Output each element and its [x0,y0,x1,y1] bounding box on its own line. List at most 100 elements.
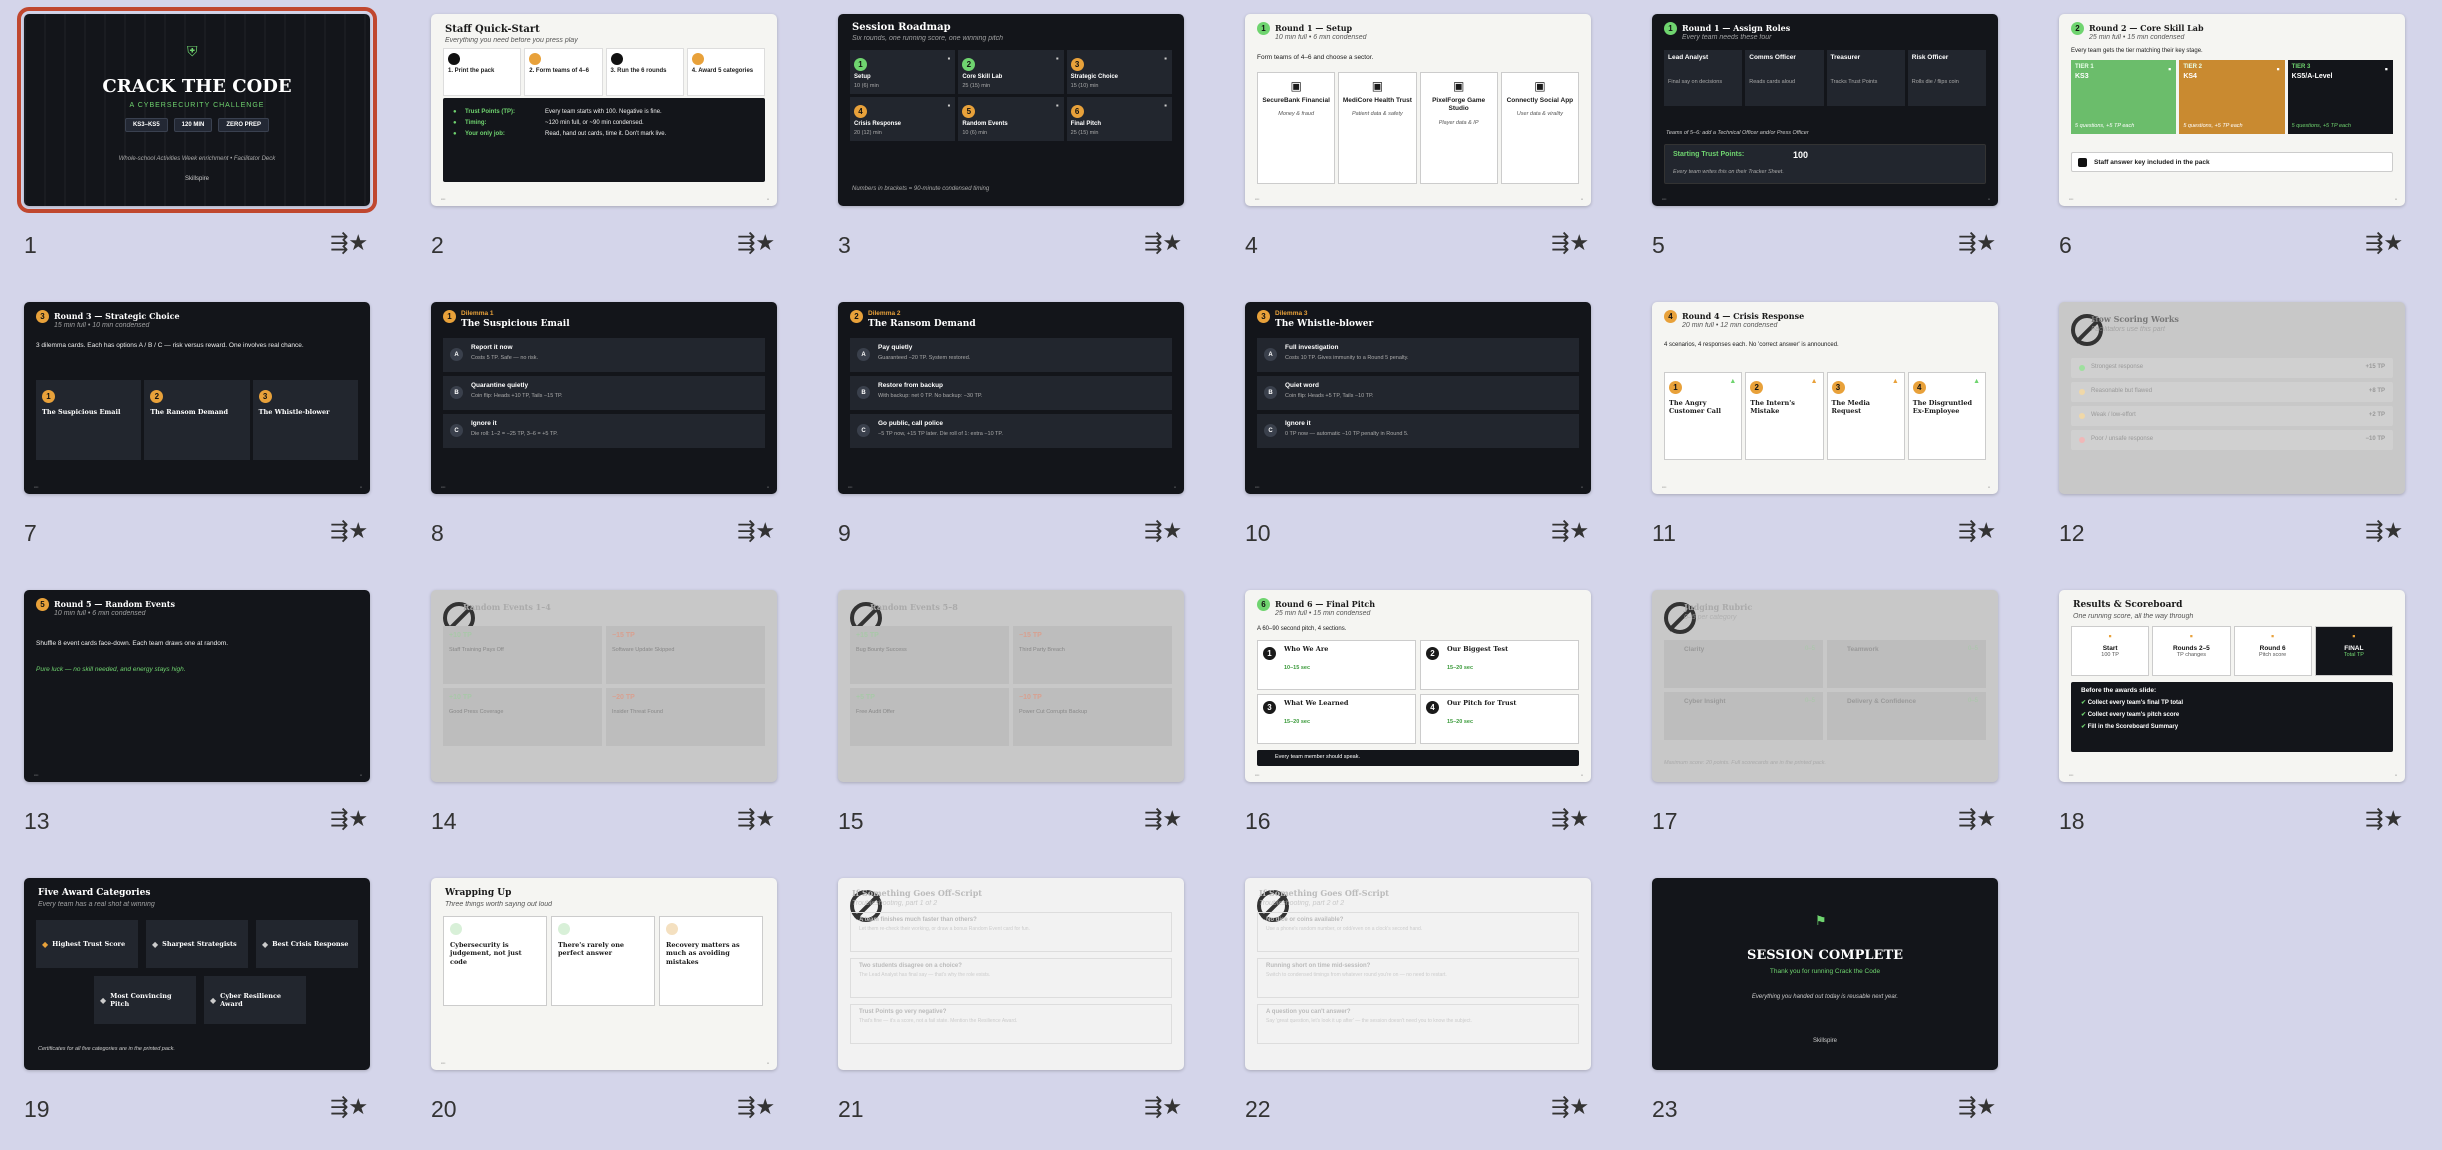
step-card: 2. Form teams of 4–6 [524,48,603,96]
round-badge: 1 [1664,22,1677,35]
slide-thumbnail[interactable]: 4 Round 4 — Crisis Response 20 min full • … [1652,302,1998,494]
star-icon[interactable]: ⇶★ [1958,229,1996,259]
slide-thumbnail[interactable]: 3 Round 3 — Strategic Choice 15 min full •… [24,302,370,494]
option-card: A Full investigation Costs 10 TP. Gives im… [1257,338,1579,372]
slide-number: 18 [2059,808,2085,834]
star-icon[interactable]: ⇶★ [1958,1093,1996,1123]
slide-thumbnail[interactable]: 3 Dilemma 3 The Whistle-blower A Full inv… [1245,302,1591,494]
star-icon[interactable]: ⇶★ [2365,229,2403,259]
sector-icon: ▣ [1290,79,1302,93]
slide-page: ▪▪ [766,1061,769,1065]
star-icon[interactable]: ⇶★ [330,229,368,259]
slide-thumbnail[interactable]: 1 Dilemma 1 The Suspicious Email A Report… [431,302,777,494]
star-icon[interactable]: ⇶★ [330,805,368,835]
score-row: Reasonable but flawed +8 TP [2071,382,2393,402]
slide-footer: ▪▪▪▪ [1662,485,1667,489]
slide-footer: ▪▪▪▪ [848,485,853,489]
text: One running score, all the way through [2073,613,2194,620]
slide-thumbnail[interactable]: 2 Dilemma 2 The Ransom Demand A Pay quiet… [838,302,1184,494]
slide-number: 10 [1245,520,1271,546]
slide-thumbnail[interactable]: Random Events 5–8 +15 TP Bug Bounty Succe… [838,590,1184,782]
star-icon[interactable]: ⇶★ [1958,517,1996,547]
award-icon: ◆ [262,939,269,949]
star-icon[interactable]: ⇶★ [330,517,368,547]
rubric-item: Cyber Insight 0–5 [1664,692,1823,740]
slide-number: 21 [838,1096,864,1122]
text: Round 1 — Setup [1275,23,1353,33]
slide-page: ▪▪ [2394,773,2397,777]
slide-thumbnail[interactable]: Five Award Categories Every team has a re… [24,878,370,1070]
star-icon[interactable]: ⇶★ [737,1093,775,1123]
slide-thumbnail[interactable]: ⚑ SESSION COMPLETE Thank you for running… [1652,878,1998,1070]
star-icon[interactable]: ⇶★ [1144,229,1182,259]
tier-card: TIER 2 KS4 5 questions, +5 TP each ▪ [2179,60,2285,134]
sector-card: ▣ PixelForge Game Studio Player data & IP [1419,72,1498,184]
slide-thumbnail[interactable]: If Something Goes Off-Script Troubleshoot… [838,878,1184,1070]
option-card: A Report it now Costs 5 TP. Safe — no risk… [443,338,765,372]
slide-cell: If Something Goes Off-Script Troubleshoot… [838,878,1184,1140]
star-icon[interactable]: ⇶★ [1551,229,1589,259]
slide-cell: 2 Round 2 — Core Skill Lab 25 min full • 1… [2059,14,2405,276]
slide-page: ▪▪ [359,485,362,489]
slide-thumbnail[interactable]: Results & Scoreboard One running score, a… [2059,590,2405,782]
slide-cell: Judging Rubric 0–5 per category Clarity 0–… [1652,590,1998,852]
star-icon[interactable]: ⇶★ [2365,517,2403,547]
slide-thumbnail[interactable]: Session Roadmap Six rounds, one running s… [838,14,1184,206]
slide-thumbnail[interactable]: 2 Round 2 — Core Skill Lab 25 min full • 1… [2059,14,2405,206]
round-badge: 3 [1257,310,1270,323]
star-icon[interactable]: ⇶★ [737,229,775,259]
slide-thumbnail[interactable]: Wrapping Up Three things worth saying out… [431,878,777,1070]
slide-footer: ▪▪▪▪ [2069,773,2074,777]
slide-number: 6 [2059,232,2072,258]
slide-thumbnail[interactable]: How Scoring Works Facilitators use this p… [2059,302,2405,494]
text: 0–5 per category [1684,614,1737,621]
text: Session Roadmap [852,22,951,33]
star-icon[interactable]: ⇶★ [737,517,775,547]
scenario-icon: ▲ [1810,378,1818,385]
text: Results & Scoreboard [2073,600,2183,610]
slide-cell: ⛨ CRACK THE CODE A CYBERSECURITY CHALLEN… [17,7,377,276]
slide-number: 7 [24,520,37,546]
shield-icon: ⛨ [187,44,198,60]
slide-thumbnail[interactable]: Staff Quick-Start Everything you need bef… [431,14,777,206]
star-icon[interactable]: ⇶★ [2365,805,2403,835]
slide-thumbnail[interactable]: ⛨ CRACK THE CODE A CYBERSECURITY CHALLEN… [17,7,377,213]
text: 20 min full • 12 min condensed [1682,322,1778,329]
slide-thumbnail[interactable]: 6 Round 6 — Final Pitch 25 min full • 15 m… [1245,590,1591,782]
star-icon[interactable]: ⇶★ [1144,1093,1182,1123]
slide-thumbnail[interactable]: If Something Goes Off-Script Troubleshoot… [1245,878,1591,1070]
slide-cell: Wrapping Up Three things worth saying out… [431,878,777,1140]
slide-thumbnail[interactable]: Judging Rubric 0–5 per category Clarity 0–… [1652,590,1998,782]
takeaway-card: There's rarely one perfect answer [551,916,655,1006]
slide-cell: Results & Scoreboard One running score, a… [2059,590,2405,852]
slide-thumbnail[interactable]: 5 Round 5 — Random Events 10 min full • 6 … [24,590,370,782]
award-icon: ◆ [210,995,217,1005]
text: Five Award Categories [38,888,151,898]
slide-thumbnail[interactable]: 1 Round 1 — Setup 10 min full • 6 min cond… [1245,14,1591,206]
slide-cell: 1 Round 1 — Assign Roles Every team needs … [1652,14,1998,276]
slide-thumbnail[interactable]: 1 Round 1 — Assign Roles Every team needs … [1652,14,1998,206]
round-badge: 1 [1257,22,1270,35]
text: 10 min full • 6 min condensed [54,610,146,617]
score-step: ▪ Start 100 TP [2071,626,2150,676]
text: Wrapping Up [445,888,512,898]
star-icon[interactable]: ⇶★ [1958,805,1996,835]
star-icon[interactable]: ⇶★ [1144,517,1182,547]
sector-icon: ▣ [1452,79,1465,93]
pitch-section: 3 What We Learned 15–20 sec [1257,694,1416,744]
star-icon[interactable]: ⇶★ [330,1093,368,1123]
event-card: +5 TP Free Audit Offer [850,688,1009,746]
slide-thumbnail[interactable]: Random Events 1–4 +10 TP Staff Training P… [431,590,777,782]
star-icon[interactable]: ⇶★ [1551,805,1589,835]
star-icon[interactable]: ⇶★ [1551,1093,1589,1123]
round-icon: ▪ [1055,101,1059,110]
star-icon[interactable]: ⇶★ [737,805,775,835]
event-card: +15 TP Bug Bounty Success [850,626,1009,684]
star-icon[interactable]: ⇶★ [1551,517,1589,547]
text: The Ransom Demand [868,319,976,329]
text: Judging Rubric [1684,602,1753,612]
slide-footer: ▪▪▪▪ [34,773,39,777]
slide-footer: ▪▪▪▪ [1255,197,1260,201]
star-icon[interactable]: ⇶★ [1144,805,1182,835]
text: Skillspire [184,176,209,182]
